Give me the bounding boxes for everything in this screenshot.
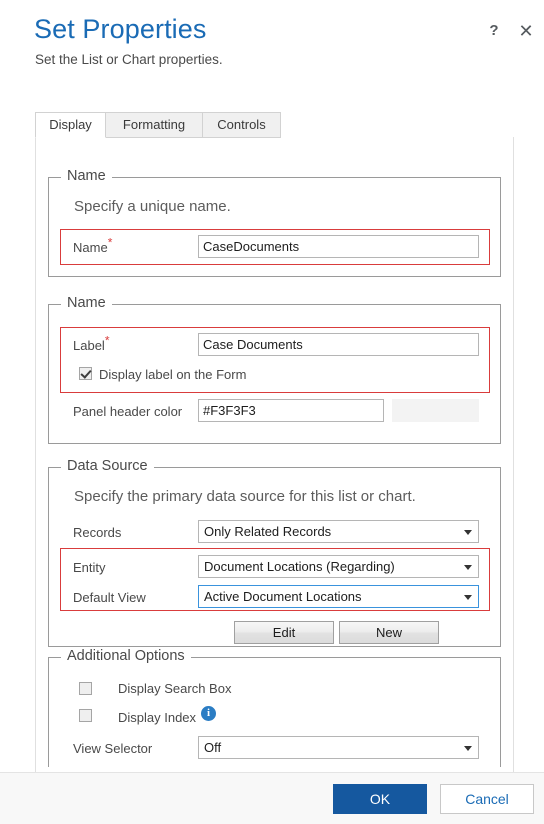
chevron-down-icon xyxy=(464,529,472,535)
unique-name-description: Specify a unique name. xyxy=(74,198,231,215)
display-search-box-checkbox[interactable] xyxy=(79,682,92,695)
default-view-dropdown-value: Active Document Locations xyxy=(204,589,362,604)
label-field-label-text: Label xyxy=(73,338,105,353)
tab-display[interactable]: Display xyxy=(35,112,106,138)
panel-header-color-input[interactable] xyxy=(198,399,384,422)
edit-button[interactable]: Edit xyxy=(234,621,334,644)
fieldset-label-legend: Name xyxy=(61,295,112,311)
info-icon[interactable]: i xyxy=(201,706,216,721)
default-view-dropdown[interactable]: Active Document Locations xyxy=(198,585,479,608)
entity-dropdown[interactable]: Document Locations (Regarding) xyxy=(198,555,479,578)
records-label: Records xyxy=(73,525,122,540)
fieldset-data-source: Data Source Specify the primary data sou… xyxy=(48,458,501,647)
name-required-marker: * xyxy=(107,235,113,250)
records-dropdown-value: Only Related Records xyxy=(204,524,332,539)
display-index-label: Display Index xyxy=(118,710,197,725)
fieldset-data-source-legend: Data Source xyxy=(61,458,154,474)
entity-label: Entity xyxy=(73,560,106,575)
fieldset-label: Name Label* Display label on the Form Pa… xyxy=(48,295,501,444)
data-source-description: Specify the primary data source for this… xyxy=(74,488,416,505)
new-button[interactable]: New xyxy=(339,621,439,644)
name-field-label: Name* xyxy=(73,237,112,255)
fieldset-unique-name: Name Specify a unique name. Name* xyxy=(48,168,501,277)
view-selector-dropdown-value: Off xyxy=(204,740,222,755)
display-label-checkbox[interactable] xyxy=(79,367,92,380)
entity-dropdown-value: Document Locations (Regarding) xyxy=(204,559,395,574)
page-title: Set Properties xyxy=(34,14,207,44)
cancel-button[interactable]: Cancel xyxy=(440,784,534,814)
default-view-label: Default View xyxy=(73,590,146,605)
close-icon[interactable]: ✕ xyxy=(517,22,535,40)
dialog-footer: OK Cancel xyxy=(0,772,544,824)
panel-header-color-swatch[interactable] xyxy=(392,399,479,422)
chevron-down-icon xyxy=(464,564,472,570)
help-icon[interactable]: ? xyxy=(485,22,503,40)
records-dropdown[interactable]: Only Related Records xyxy=(198,520,479,543)
tab-controls[interactable]: Controls xyxy=(202,112,281,138)
display-search-box-label: Display Search Box xyxy=(118,681,232,696)
fieldset-additional-options: Additional Options Display Search Box Di… xyxy=(48,648,501,767)
chevron-down-icon xyxy=(464,594,472,600)
ok-button[interactable]: OK xyxy=(333,784,427,814)
name-field-label-text: Name xyxy=(73,240,108,255)
fieldset-additional-options-legend: Additional Options xyxy=(61,648,191,664)
dialog-header: Set Properties Set the List or Chart pro… xyxy=(0,0,544,112)
panel-header-color-label: Panel header color xyxy=(73,404,183,419)
display-label-checkbox-label: Display label on the Form xyxy=(99,367,247,382)
label-field-label: Label* xyxy=(73,335,109,353)
view-selector-dropdown[interactable]: Off xyxy=(198,736,479,759)
name-input[interactable] xyxy=(198,235,479,258)
chevron-down-icon xyxy=(464,745,472,751)
tab-formatting[interactable]: Formatting xyxy=(105,112,203,138)
label-input[interactable] xyxy=(198,333,479,356)
dialog-body: Display Formatting Controls Name Specify… xyxy=(0,112,544,772)
fieldset-unique-name-legend: Name xyxy=(61,168,112,184)
page-subtitle: Set the List or Chart properties. xyxy=(35,52,223,67)
view-selector-label: View Selector xyxy=(73,741,153,756)
display-index-checkbox[interactable] xyxy=(79,709,92,722)
tab-bar: Display Formatting Controls xyxy=(35,112,514,138)
label-required-marker: * xyxy=(104,333,110,348)
